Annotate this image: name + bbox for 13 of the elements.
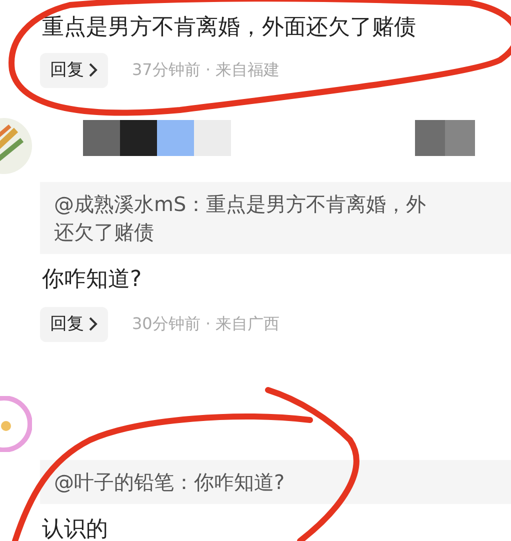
quote-text: 还欠了赌债	[54, 219, 155, 246]
comment-text: 认识的	[42, 516, 109, 541]
chevron-icon	[88, 317, 98, 332]
quote-text: @叶子的铅笔：你咋知道?	[54, 469, 286, 496]
comment-meta: 30分钟前 · 来自广西	[132, 313, 280, 336]
comment-text: 你咋知道?	[42, 266, 143, 294]
quote-text: @成熟溪水mS：重点是男方不肯离婚，外	[54, 191, 428, 218]
reply-button[interactable]: 回复	[40, 306, 108, 342]
comment-meta: 37分钟前 · 来自福建	[132, 59, 280, 82]
reply-button[interactable]: 回复	[40, 52, 108, 88]
comment-text: 重点是男方不肯离婚，外面还欠了赌债	[42, 14, 417, 42]
mosaic-badge	[415, 120, 475, 156]
chevron-icon	[88, 63, 98, 78]
